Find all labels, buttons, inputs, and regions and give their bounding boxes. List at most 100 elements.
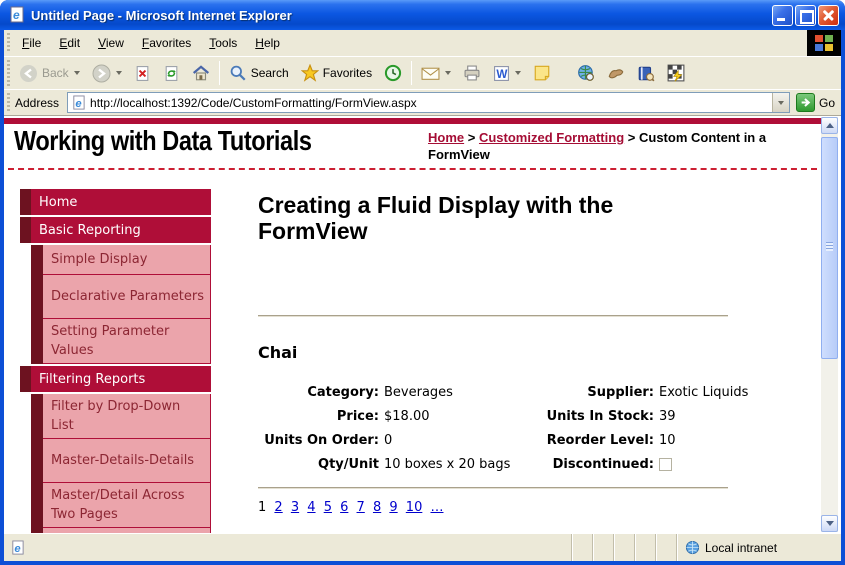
edit-with-word-button[interactable]: W [487, 61, 527, 86]
sidebar-item-simple-display[interactable]: Simple Display [20, 245, 211, 275]
sidebar-accent-strip [20, 366, 31, 392]
pagination-link-8[interactable]: 8 [373, 500, 381, 515]
vertical-scrollbar[interactable] [821, 117, 838, 532]
history-button[interactable] [378, 60, 408, 86]
page-content: Working with Data Tutorials Home > Custo… [4, 116, 841, 533]
status-cell [592, 534, 613, 561]
menu-grip[interactable] [6, 33, 11, 53]
menu-favorites[interactable]: Favorites [133, 32, 200, 54]
pagination-link-3[interactable]: 3 [291, 500, 299, 515]
go-arrow-icon [800, 97, 811, 108]
sidebar-item-master-details-details[interactable]: Master-Details-Details [20, 439, 211, 483]
search-button[interactable]: Search [223, 60, 295, 86]
back-dropdown-icon[interactable] [74, 71, 80, 75]
field-label: Category: [258, 380, 379, 404]
menu-edit[interactable]: Edit [50, 32, 89, 54]
notes-button[interactable] [527, 60, 557, 86]
menu-help[interactable]: Help [246, 32, 289, 54]
forward-button[interactable] [86, 60, 128, 87]
sidebar-item-label: Master/Detail Across Two Pages [51, 486, 204, 524]
research-button[interactable] [601, 61, 631, 85]
home-icon [192, 64, 210, 82]
menu-tools[interactable]: Tools [200, 32, 246, 54]
maximize-button[interactable] [795, 5, 816, 26]
pagination-link-6[interactable]: 6 [340, 500, 348, 515]
breadcrumb-home-link[interactable]: Home [428, 130, 464, 145]
pagination-link-2[interactable]: 2 [274, 500, 282, 515]
sidebar-item-filter-by-dropdown-list[interactable]: Filter by Drop-Down List [20, 394, 211, 439]
menu-file[interactable]: File [13, 32, 50, 54]
pagination-link-7[interactable]: 7 [357, 500, 365, 515]
print-button[interactable] [457, 61, 487, 85]
status-message-panel [30, 534, 571, 561]
window-title: Untitled Page - Microsoft Internet Explo… [31, 8, 770, 23]
sidebar-accent-strip [31, 245, 43, 275]
breadcrumb-separator: > [468, 130, 476, 145]
address-grip[interactable] [6, 93, 11, 112]
favorites-label: Favorites [323, 66, 372, 80]
product-name: Chai [258, 343, 754, 362]
header-divider [8, 168, 817, 170]
pagination-current: 1 [258, 500, 266, 515]
forward-icon [92, 64, 111, 83]
scroll-down-button[interactable] [821, 515, 838, 532]
mail-dropdown-icon[interactable] [445, 71, 451, 75]
sidebar-item-basic-reporting[interactable]: Basic Reporting [20, 217, 211, 243]
globe-search-button[interactable] [571, 60, 601, 86]
url-text[interactable]: http://localhost:1392/Code/CustomFormatt… [90, 96, 772, 110]
globe-search-icon [577, 64, 595, 82]
menu-view[interactable]: View [89, 32, 133, 54]
horizontal-rule [258, 487, 728, 489]
status-cell [634, 534, 655, 561]
forward-dropdown-icon[interactable] [116, 71, 122, 75]
toolbar: Back Search Favorites [4, 56, 841, 89]
sidebar-item-label: Filter by Drop-Down List [51, 397, 204, 435]
mail-button[interactable] [415, 62, 457, 85]
field-label: Price: [258, 404, 379, 428]
field-value: 39 [654, 404, 754, 428]
back-icon [19, 64, 38, 83]
pagination-link-9[interactable]: 9 [389, 500, 397, 515]
go-label[interactable]: Go [819, 96, 835, 110]
pagination-link-10[interactable]: 10 [406, 500, 423, 515]
breadcrumb-section-link[interactable]: Customized Formatting [479, 130, 624, 145]
go-button[interactable] [796, 93, 815, 112]
toolbar-grip[interactable] [6, 60, 11, 86]
scrollbar-thumb[interactable] [821, 137, 838, 359]
sidebar-item-home[interactable]: Home [20, 189, 211, 215]
address-label: Address [13, 96, 67, 110]
pagination-link-5[interactable]: 5 [324, 500, 332, 515]
horizontal-rule [258, 315, 728, 317]
favorites-button[interactable]: Favorites [295, 60, 378, 86]
address-dropdown-button[interactable] [772, 93, 789, 112]
pagination-link-4[interactable]: 4 [307, 500, 315, 515]
minimize-button[interactable] [772, 5, 793, 26]
sidebar-item-label: Basic Reporting [39, 223, 141, 238]
sidebar-item-setting-parameter-values[interactable]: Setting Parameter Values [20, 319, 211, 364]
edit-dropdown-icon[interactable] [515, 71, 521, 75]
scroll-up-button[interactable] [821, 117, 838, 134]
sidebar-item-declarative-parameters[interactable]: Declarative Parameters [20, 275, 211, 319]
address-field[interactable]: e http://localhost:1392/Code/CustomForma… [67, 92, 790, 113]
field-value: 0 [379, 428, 539, 452]
sidebar-item-filtering-reports[interactable]: Filtering Reports [20, 366, 211, 392]
status-cell [655, 534, 676, 561]
pagination-link-more[interactable]: … [430, 500, 443, 515]
stop-button[interactable] [128, 61, 157, 86]
back-button[interactable]: Back [13, 60, 86, 87]
refresh-button[interactable] [157, 61, 186, 86]
status-cell [571, 534, 592, 561]
sidebar-item-master-detail-two-pages[interactable]: Master/Detail Across Two Pages [20, 483, 211, 528]
history-icon [384, 64, 402, 82]
stop-icon [134, 65, 151, 82]
grid-lightning-button[interactable] [661, 60, 691, 86]
home-button[interactable] [186, 60, 216, 86]
close-button[interactable] [818, 5, 839, 26]
toolbar-separator [219, 61, 220, 85]
page-title: Creating a Fluid Display with the FormVi… [258, 192, 728, 244]
page-icon: e [10, 540, 25, 556]
local-intranet-globe-icon [685, 540, 700, 555]
status-cell [613, 534, 634, 561]
discontinued-checkbox[interactable] [659, 458, 672, 471]
book-search-button[interactable] [631, 61, 661, 86]
